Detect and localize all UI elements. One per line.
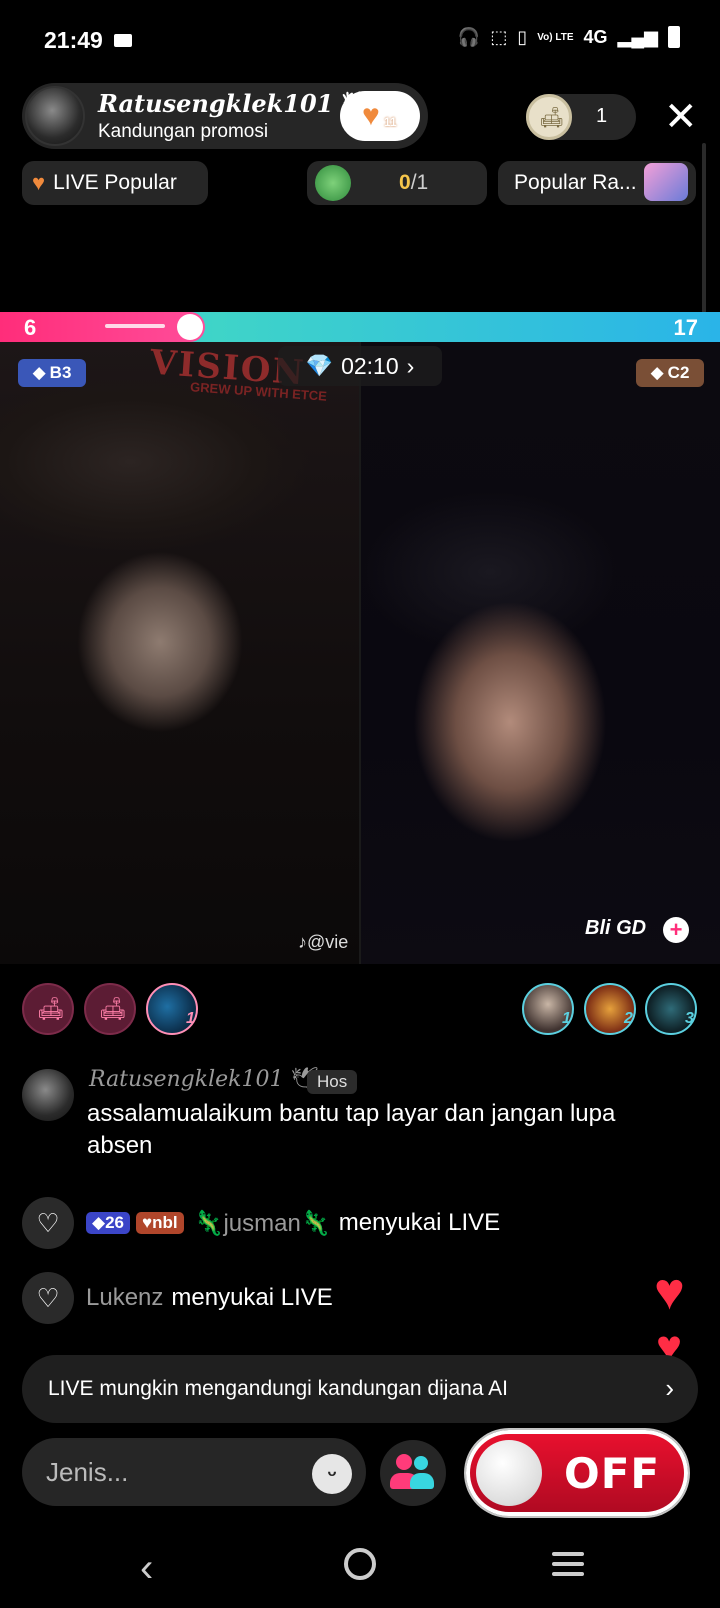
- volte-label: Vo) LTE: [537, 31, 574, 43]
- battle-timer[interactable]: 💎 02:10 ›: [278, 346, 442, 386]
- vibrate-icon: ▯: [517, 26, 528, 47]
- host-subtitle: Kandungan promosi: [98, 121, 269, 142]
- live-popular-label: LIVE Popular: [53, 171, 177, 194]
- signal-icon: ▂▄▆: [617, 26, 658, 47]
- opponent-name[interactable]: Bli GD: [585, 917, 646, 940]
- chat-username[interactable]: 🦎jusman🦎: [194, 1209, 331, 1238]
- gifter-rank: 2: [624, 1010, 633, 1027]
- goal-progress-total: /1: [410, 171, 429, 194]
- host-tag: Hos: [307, 1070, 358, 1094]
- chevron-right-icon: ›: [665, 1373, 674, 1403]
- fan-club-button[interactable]: ♥ 11: [340, 91, 420, 141]
- gift-seat-empty[interactable]: 🛋: [84, 983, 136, 1035]
- host-name: Ratusengklek101 🕊: [98, 89, 372, 118]
- sofa-icon: 🛋: [539, 107, 565, 129]
- opponent-level-label: C2: [667, 363, 690, 382]
- fan-count: 11: [384, 115, 397, 129]
- gift-seat-empty[interactable]: 🛋: [22, 983, 74, 1035]
- battle-streak: [105, 324, 165, 328]
- diamond-icon: ◆: [92, 1213, 106, 1232]
- gifter-rank: 1: [186, 1010, 195, 1027]
- popular-ranking-chip[interactable]: Popular Ra...: [498, 161, 696, 205]
- toggle-knob: [476, 1440, 542, 1506]
- comment-box[interactable]: ᵕ: [22, 1438, 366, 1506]
- disclaimer-text: LIVE mungkin mengandungi kandungan dijan…: [48, 1377, 509, 1400]
- like-message-row: ♡ ◆26 ♥nbl 🦎jusman🦎 menyukai LIVE: [22, 1197, 500, 1249]
- viewer-seat-avatar: 🛋: [526, 94, 572, 140]
- back-icon[interactable]: ‹: [140, 1548, 153, 1588]
- like-text: menyukai LIVE: [338, 1209, 501, 1236]
- sofa-icon: 🛋: [37, 996, 65, 1021]
- emoji-icon[interactable]: ᵕ: [312, 1454, 352, 1494]
- guest-icon: [414, 1456, 428, 1470]
- host-avatar[interactable]: [25, 86, 85, 146]
- heart-outline-icon[interactable]: ♡: [22, 1197, 74, 1249]
- off-toggle-button[interactable]: OFF: [466, 1430, 688, 1516]
- status-bar: 21:49 🎧 ⬚ ▯ Vo) LTE 4G ▂▄▆: [0, 0, 720, 80]
- screen-record-icon: [114, 34, 132, 47]
- battle-glow: [177, 314, 203, 340]
- ranking-decoration-icon: [644, 163, 688, 201]
- chat-host-name[interactable]: Ratusengklek101 🕊: [89, 1067, 318, 1092]
- toggle-label: OFF: [564, 1449, 661, 1498]
- user-level-badge: ◆26: [86, 1212, 130, 1234]
- goal-progress-chip[interactable]: 0/1: [307, 161, 487, 205]
- sofa-icon: 🛋: [99, 996, 127, 1021]
- battle-score-bar: 6 17: [0, 312, 720, 342]
- fan-heart-icon: ♥: [142, 1213, 153, 1232]
- video-divider: [359, 342, 361, 964]
- battle-score-left: 6: [24, 315, 37, 340]
- system-nav-bar: ‹: [0, 1530, 720, 1608]
- opponent-video-panel[interactable]: [360, 342, 720, 964]
- popular-ranking-label: Popular Ra...: [514, 171, 637, 194]
- tiktok-watermark: ♪@vie: [298, 932, 349, 952]
- scroll-indicator: [702, 143, 706, 313]
- fan-badge: ♥nbl: [136, 1212, 184, 1234]
- live-popular-chip[interactable]: ♥ LIVE Popular: [22, 161, 208, 205]
- host-video-panel[interactable]: VISION GREW UP WITH ETCE: [0, 342, 360, 964]
- opponent-level-badge: ◆ C2: [636, 359, 704, 387]
- chat-host-avatar[interactable]: [22, 1069, 74, 1121]
- like-text: menyukai LIVE: [171, 1284, 333, 1311]
- diamond-icon: ◆: [32, 363, 46, 382]
- diamond-icon: ◆: [650, 363, 664, 382]
- gift-goal-icon: [315, 165, 351, 201]
- viewer-count-pill[interactable]: 🛋 1: [526, 94, 636, 140]
- headphones-icon: 🎧: [457, 26, 481, 47]
- multi-guest-button[interactable]: [380, 1440, 446, 1506]
- close-button[interactable]: ✕: [664, 97, 698, 137]
- goal-progress: 0/1: [399, 171, 428, 195]
- network-label: 4G: [583, 26, 608, 47]
- gifter-rank: 1: [562, 1010, 571, 1027]
- like-message-row: ♡ Lukenz menyukai LIVE: [22, 1272, 333, 1324]
- chat-username[interactable]: Lukenz: [86, 1284, 163, 1312]
- heart-outline-icon[interactable]: ♡: [22, 1272, 74, 1324]
- cast-icon: ⬚: [490, 26, 508, 47]
- goal-progress-done: 0: [399, 171, 411, 194]
- host-level-label: B3: [49, 363, 72, 382]
- status-time: 21:49: [44, 27, 103, 53]
- guest-icon-body: [410, 1473, 434, 1489]
- status-icons: 🎧 ⬚ ▯ Vo) LTE 4G ▂▄▆: [458, 26, 680, 48]
- host-info-pill[interactable]: Ratusengklek101 🕊 Kandungan promosi ♥ 11: [22, 83, 428, 149]
- guest-icon: [396, 1454, 412, 1470]
- chat-message: assalamualaikum bantu tap layar dan jang…: [87, 1100, 616, 1159]
- ai-content-disclaimer[interactable]: LIVE mungkin mengandungi kandungan dijan…: [22, 1355, 698, 1423]
- comment-input[interactable]: [46, 1452, 296, 1492]
- home-icon[interactable]: [344, 1548, 376, 1580]
- popular-heart-icon: ♥: [32, 170, 46, 195]
- host-level-badge: ◆ B3: [18, 359, 86, 387]
- floating-heart-icon: ♥: [654, 1263, 685, 1321]
- battery-icon: [668, 26, 680, 48]
- viewer-count: 1: [596, 105, 608, 127]
- recents-icon[interactable]: [552, 1552, 584, 1582]
- battle-score-right: 17: [673, 315, 698, 340]
- gifter-rank: 3: [685, 1010, 694, 1027]
- battle-timer-value: 02:10: [341, 352, 399, 379]
- diamond-icon: 💎: [305, 353, 334, 378]
- fan-heart-icon: ♥: [362, 99, 380, 132]
- follow-opponent-button[interactable]: +: [663, 917, 689, 943]
- chevron-right-icon: ›: [406, 352, 415, 379]
